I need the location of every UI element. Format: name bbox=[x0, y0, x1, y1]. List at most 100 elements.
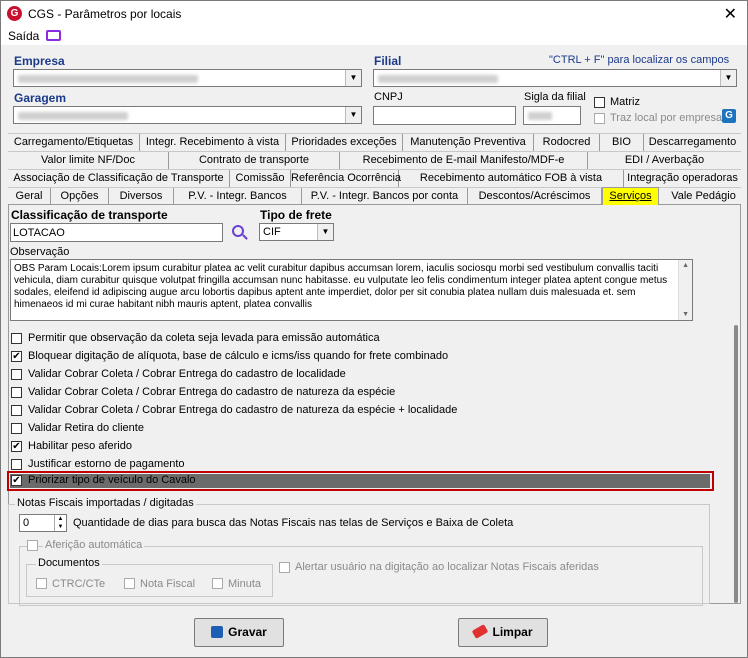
main-window: G CGS - Parâmetros por locais ✕ Saída Em… bbox=[0, 0, 748, 658]
tab-pv-integr-bancos[interactable]: P.V. - Integr. Bancos bbox=[174, 188, 302, 205]
scroll-up-icon[interactable]: ▲ bbox=[682, 262, 689, 269]
tab-prioridades[interactable]: Prioridades exceções bbox=[286, 134, 403, 151]
eraser-icon bbox=[472, 624, 489, 639]
dias-spinner[interactable]: 0 ▲ ▼ bbox=[19, 514, 67, 532]
dias-value: 0 bbox=[23, 517, 30, 529]
close-button[interactable]: ✕ bbox=[724, 4, 737, 24]
floppy-disk-icon bbox=[211, 626, 224, 638]
doc-nota-fiscal-label: Nota Fiscal bbox=[140, 578, 196, 590]
gravar-button[interactable]: Gravar bbox=[194, 618, 284, 647]
tab-valor-limite[interactable]: Valor limite NF/Doc bbox=[8, 152, 169, 169]
afericao-checkbox[interactable] bbox=[27, 540, 38, 551]
tab-referencia[interactable]: Referência Ocorrência bbox=[291, 170, 401, 187]
window-title: CGS - Parâmetros por locais bbox=[28, 7, 182, 21]
tab-row-2: Valor limite NF/Doc Contrato de transpor… bbox=[8, 151, 741, 169]
matriz-checkbox[interactable] bbox=[594, 97, 605, 108]
option-checkbox[interactable]: ✔ bbox=[11, 351, 22, 362]
monitor-icon[interactable] bbox=[46, 30, 61, 41]
g-logo-icon[interactable]: G bbox=[722, 109, 736, 123]
tab-geral-label: Geral bbox=[15, 190, 43, 202]
option-checkbox[interactable] bbox=[11, 459, 22, 470]
option-checkbox[interactable] bbox=[11, 333, 22, 344]
tab-associacao[interactable]: Associação de Classificação de Transport… bbox=[8, 170, 230, 187]
option-label: Bloquear digitação de alíquota, base de … bbox=[28, 350, 449, 362]
observacao-label: Observação bbox=[10, 246, 70, 258]
option-checkbox[interactable]: ✔ bbox=[11, 441, 22, 452]
option-label: Validar Retira do cliente bbox=[28, 422, 144, 434]
sigla-input[interactable] bbox=[523, 106, 581, 125]
tab-geral[interactable]: Geral bbox=[8, 188, 51, 205]
doc-minuta-checkbox[interactable] bbox=[212, 578, 223, 589]
tab-vale-pedagio[interactable]: Vale Pedágio bbox=[666, 188, 741, 205]
alertar-label: Alertar usuário na digitação ao localiza… bbox=[295, 561, 599, 573]
tab-comissao[interactable]: Comissão bbox=[230, 170, 291, 187]
tab-recebimento-email[interactable]: Recebimento de E-mail Manifesto/MDF-e bbox=[340, 152, 588, 169]
tipo-frete-select[interactable]: CIF ▼ bbox=[259, 223, 334, 241]
filial-combo[interactable]: ▼ bbox=[373, 69, 737, 87]
tipo-frete-value: CIF bbox=[263, 226, 281, 238]
title-bar: G CGS - Parâmetros por locais ✕ bbox=[1, 1, 747, 27]
option-checkbox[interactable] bbox=[11, 423, 22, 434]
tab-edi-averbacao[interactable]: EDI / Averbação bbox=[588, 152, 741, 169]
doc-nota-fiscal-checkbox[interactable] bbox=[124, 578, 135, 589]
empresa-label: Empresa bbox=[14, 54, 65, 68]
tab-row-1: Carregamento/Etiquetas Integr. Recebimen… bbox=[8, 133, 741, 151]
classificacao-input[interactable]: LOTACAO bbox=[10, 223, 223, 242]
alertar-checkbox[interactable] bbox=[279, 562, 290, 573]
tab-integracao-operadoras[interactable]: Integração operadoras bbox=[624, 170, 741, 187]
tab-integr-recebimento[interactable]: Integr. Recebimento à vista bbox=[140, 134, 286, 151]
filial-hint: "CTRL + F" para localizar os campos bbox=[549, 54, 730, 66]
tab-row-4: Geral Opções Diversos P.V. - Integr. Ban… bbox=[8, 187, 741, 205]
sigla-label: Sigla da filial bbox=[524, 91, 586, 103]
scroll-down-icon[interactable]: ▼ bbox=[682, 311, 689, 318]
cnpj-label: CNPJ bbox=[374, 91, 403, 103]
tab-servicos[interactable]: Serviços bbox=[602, 187, 659, 205]
tab-descarregamento[interactable]: Descarregamento bbox=[644, 134, 741, 151]
notas-group-title: Notas Fiscais importadas / digitadas bbox=[15, 497, 196, 509]
limpar-label: Limpar bbox=[492, 625, 533, 639]
doc-ctrc-label: CTRC/CTe bbox=[52, 578, 106, 590]
menu-bar: Saída bbox=[1, 27, 747, 45]
option-label: Validar Cobrar Coleta / Cobrar Entrega d… bbox=[28, 404, 458, 416]
chevron-down-icon[interactable]: ▼ bbox=[345, 107, 361, 123]
tab-opcoes[interactable]: Opções bbox=[51, 188, 109, 205]
tab-manutencao[interactable]: Manutenção Preventiva bbox=[403, 134, 534, 151]
traz-local-label: Traz local por empresa bbox=[610, 112, 723, 124]
tab-servicos-label: Serviços bbox=[609, 190, 652, 202]
spinner-down-icon[interactable]: ▼ bbox=[54, 523, 66, 531]
app-logo-icon: G bbox=[7, 6, 22, 21]
tab-diversos[interactable]: Diversos bbox=[109, 188, 174, 205]
chevron-down-icon[interactable]: ▼ bbox=[317, 224, 333, 240]
tab-descontos[interactable]: Descontos/Acréscimos bbox=[468, 188, 602, 205]
tab-contrato[interactable]: Contrato de transporte bbox=[169, 152, 340, 169]
tab-bio[interactable]: BIO bbox=[600, 134, 644, 151]
option-checkbox[interactable] bbox=[11, 405, 22, 416]
option-checkbox[interactable] bbox=[11, 369, 22, 380]
tab-rodocred[interactable]: Rodocred bbox=[534, 134, 600, 151]
dias-label: Quantidade de dias para busca das Notas … bbox=[73, 517, 514, 529]
spinner-up-icon[interactable]: ▲ bbox=[54, 515, 66, 523]
option-checkbox[interactable] bbox=[11, 387, 22, 398]
garagem-combo[interactable]: ▼ bbox=[13, 106, 362, 124]
chevron-down-icon[interactable]: ▼ bbox=[720, 70, 736, 86]
observacao-textarea[interactable]: OBS Param Locais:Lorem ipsum curabitur p… bbox=[10, 259, 693, 321]
tab-row-3: Associação de Classificação de Transport… bbox=[8, 169, 741, 187]
cnpj-input[interactable] bbox=[373, 106, 516, 125]
menu-saida[interactable]: Saída bbox=[8, 29, 39, 43]
panel-scrollbar[interactable] bbox=[734, 325, 738, 603]
tab-recebimento-fob[interactable]: Recebimento automático FOB à vista bbox=[399, 170, 624, 187]
option-label: Validar Cobrar Coleta / Cobrar Entrega d… bbox=[28, 386, 396, 398]
tab-carregamento[interactable]: Carregamento/Etiquetas bbox=[8, 134, 140, 151]
limpar-button[interactable]: Limpar bbox=[458, 618, 548, 647]
traz-local-checkbox[interactable] bbox=[594, 113, 605, 124]
option-label: Permitir que observação da coleta seja l… bbox=[28, 332, 380, 344]
gravar-label: Gravar bbox=[228, 625, 267, 639]
chevron-down-icon[interactable]: ▼ bbox=[345, 70, 361, 86]
tab-pv-integr-bancos-conta[interactable]: P.V. - Integr. Bancos por conta bbox=[302, 188, 468, 205]
documentos-label: Documentos bbox=[36, 557, 102, 569]
filial-label: Filial bbox=[374, 54, 402, 68]
priorizar-checkbox[interactable]: ✔ bbox=[11, 475, 22, 486]
servicos-panel: Classificação de transporte LOTACAO Tipo… bbox=[7, 204, 741, 606]
empresa-combo[interactable]: ▼ bbox=[13, 69, 362, 87]
doc-ctrc-checkbox[interactable] bbox=[36, 578, 47, 589]
